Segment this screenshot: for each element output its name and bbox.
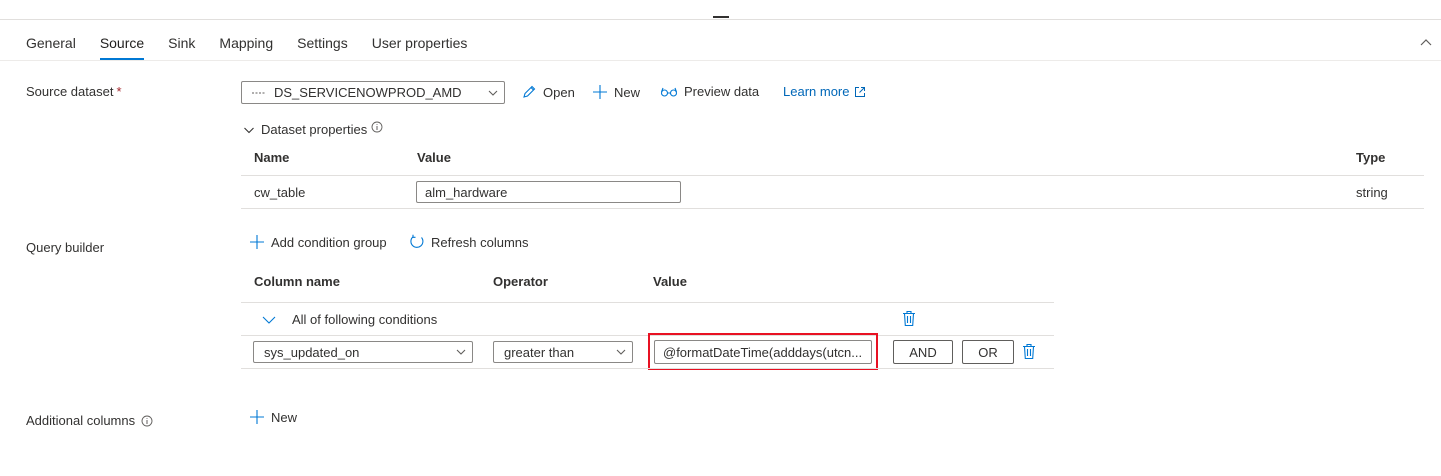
resize-handle[interactable] [713, 16, 729, 18]
chevron-down-icon [244, 127, 254, 133]
condition-group-label: All of following conditions [292, 312, 438, 327]
condition-value-input[interactable]: @formatDateTime(adddays(utcn... [654, 340, 872, 364]
query-builder-label: Query builder [26, 240, 105, 255]
chevron-up-icon[interactable] [1419, 36, 1433, 50]
edit-pencil-icon [523, 85, 536, 98]
refresh-columns-label: Refresh columns [431, 234, 529, 250]
add-condition-group-label: Add condition group [271, 234, 387, 250]
required-mark: * [116, 84, 122, 99]
trash-icon [903, 310, 915, 327]
query-table-divider [241, 302, 1054, 303]
chevron-down-icon [488, 90, 498, 96]
source-dataset-select[interactable]: DS_SERVICENOWPROD_AMD [241, 81, 505, 104]
column-header-operator: Operator [493, 274, 548, 289]
learn-more-link[interactable]: Learn more [783, 84, 866, 99]
preview-data-button[interactable]: Preview data [660, 84, 759, 99]
preview-label: Preview data [684, 84, 760, 99]
dataset-properties-title: Dataset properties [261, 122, 368, 137]
new-dataset-button[interactable]: New [592, 84, 640, 100]
plus-icon [593, 85, 607, 99]
column-header-value: Value [417, 150, 451, 165]
refresh-columns-button[interactable]: Refresh columns [409, 234, 529, 250]
tab-sink[interactable]: Sink [168, 34, 195, 60]
learn-more-label: Learn more [783, 84, 850, 99]
chevron-down-icon [616, 349, 626, 355]
new-label: New [614, 84, 641, 100]
property-value-input[interactable]: alm_hardware [416, 181, 681, 203]
column-header-name: Name [254, 150, 290, 165]
tabs-divider [0, 60, 1441, 61]
condition-operator-value: greater than [504, 344, 575, 360]
delete-group-button[interactable] [902, 310, 916, 330]
source-dataset-value: DS_SERVICENOWPROD_AMD [274, 85, 462, 100]
and-button[interactable]: AND [893, 340, 953, 364]
plus-icon [250, 410, 264, 424]
source-dataset-label-text: Source dataset [26, 84, 114, 99]
plus-icon [250, 235, 264, 249]
top-divider [0, 19, 1441, 20]
dataset-properties-toggle[interactable]: Dataset properties [243, 121, 383, 137]
condition-column-value: sys_updated_on [264, 344, 360, 360]
additional-columns-new-label: New [271, 409, 298, 425]
additional-columns-label: Additional columns [26, 413, 153, 428]
property-name: cw_table [254, 185, 306, 200]
chevron-down-icon [262, 316, 276, 324]
add-condition-group-button[interactable]: Add condition group [249, 234, 387, 250]
chevron-down-icon [456, 349, 466, 355]
refresh-icon [410, 234, 424, 248]
open-label: Open [543, 84, 575, 100]
source-dataset-label: Source dataset * [26, 84, 122, 99]
tab-bar: General Source Sink Mapping Settings Use… [26, 34, 467, 60]
tab-mapping[interactable]: Mapping [219, 34, 273, 60]
table-divider [241, 208, 1424, 209]
column-header-value: Value [653, 274, 687, 289]
condition-column-select[interactable]: sys_updated_on [253, 341, 473, 363]
info-icon [141, 415, 153, 426]
condition-group-toggle[interactable]: All of following conditions [262, 312, 437, 327]
column-header-column-name: Column name [254, 274, 340, 289]
glasses-icon [660, 87, 678, 97]
tab-source[interactable]: Source [99, 34, 145, 60]
table-divider [241, 175, 1424, 176]
additional-columns-text: Additional columns [26, 413, 136, 428]
dataset-icon [252, 90, 266, 96]
or-button[interactable]: OR [962, 340, 1014, 364]
trash-icon [1023, 343, 1035, 360]
external-link-icon [855, 86, 866, 97]
add-additional-column-button[interactable]: New [249, 409, 297, 425]
query-table-divider [241, 368, 1054, 369]
tab-settings[interactable]: Settings [297, 34, 348, 60]
delete-condition-button[interactable] [1022, 343, 1036, 363]
open-button[interactable]: Open [521, 84, 575, 100]
condition-operator-select[interactable]: greater than [493, 341, 633, 363]
info-icon [371, 121, 383, 132]
property-type: string [1356, 185, 1388, 200]
column-header-type: Type [1356, 150, 1386, 165]
tab-user-properties[interactable]: User properties [372, 34, 468, 60]
tab-general[interactable]: General [26, 34, 76, 60]
